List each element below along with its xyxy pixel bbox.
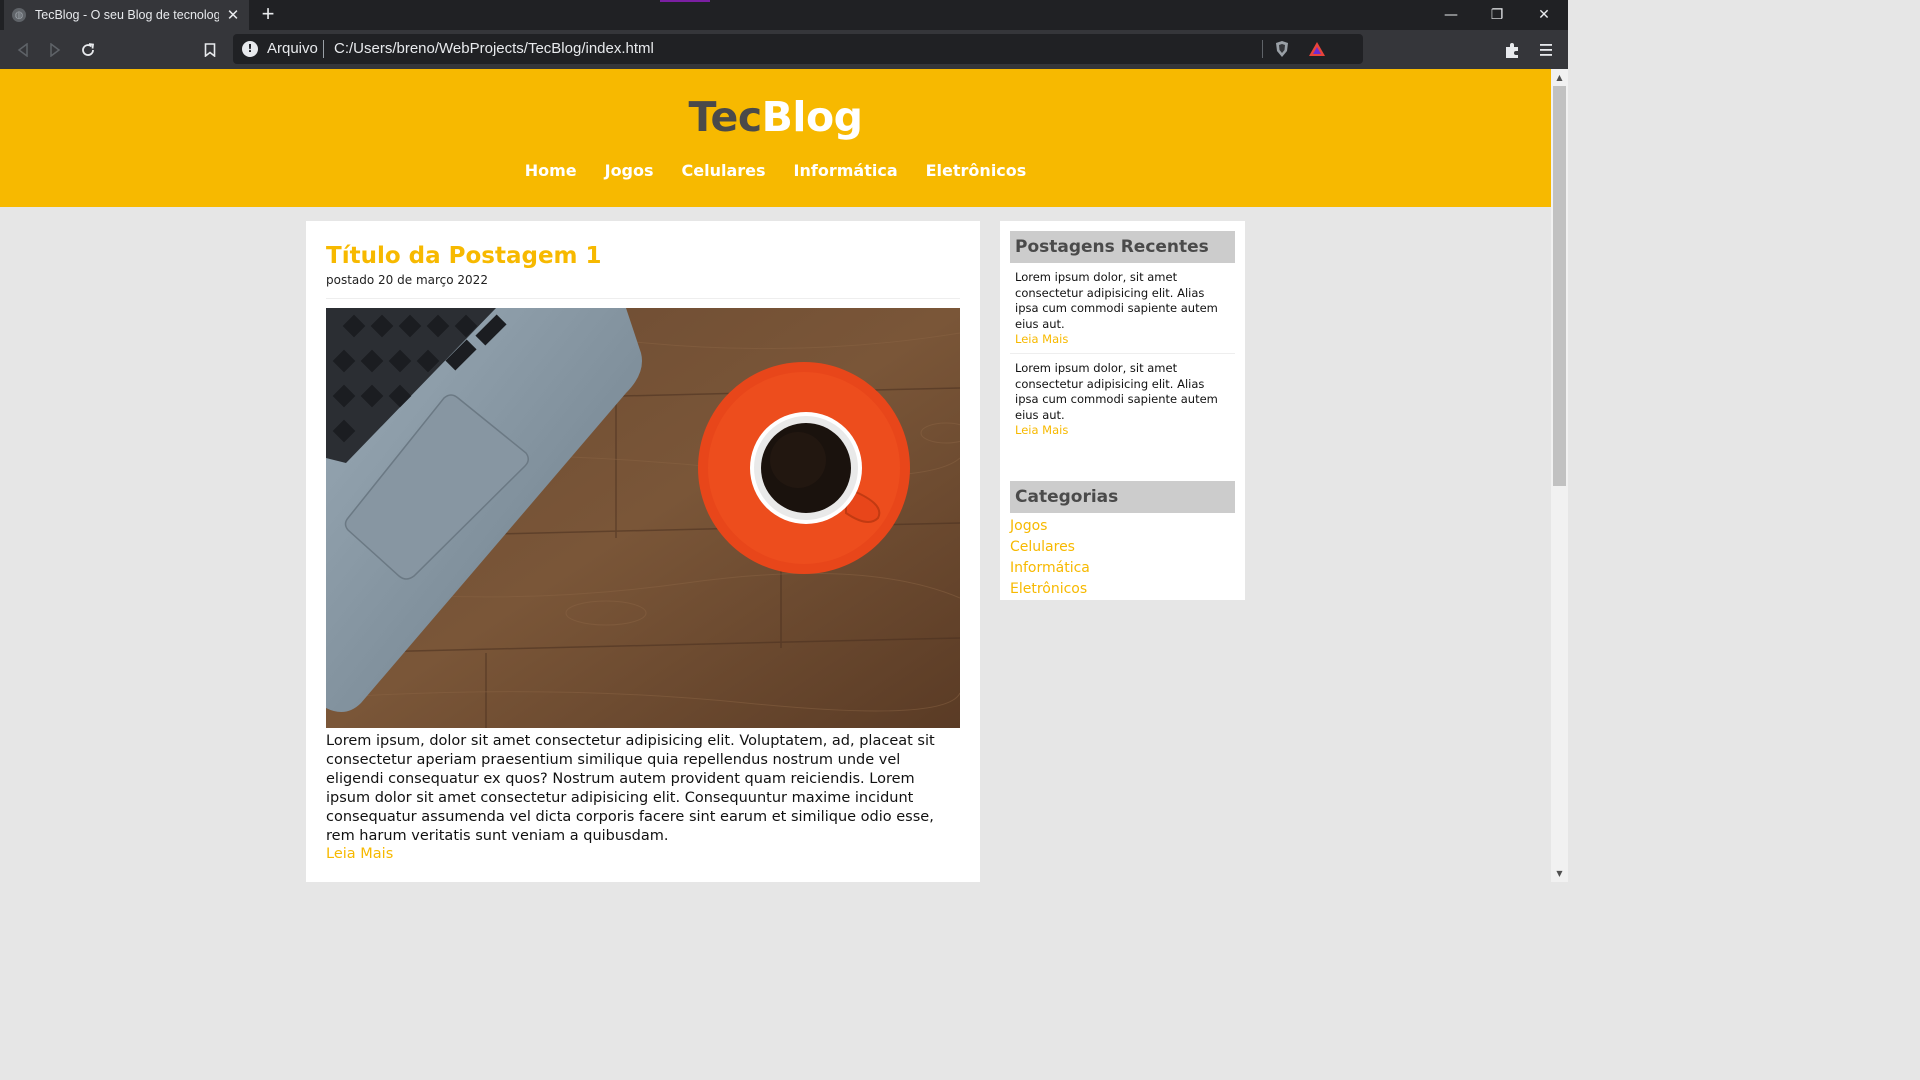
recent-post-item: Lorem ipsum dolor, sit amet consectetur … <box>1010 354 1235 444</box>
recent-post-text: Lorem ipsum dolor, sit amet consectetur … <box>1015 270 1218 331</box>
recent-post-read-more[interactable]: Leia Mais <box>1015 423 1230 438</box>
logo-part-blog: Blog <box>761 93 863 141</box>
forward-button[interactable] <box>43 38 67 62</box>
nav-informatica[interactable]: Informática <box>780 161 912 180</box>
recent-posts-title: Postagens Recentes <box>1010 231 1235 263</box>
page-scrollbar[interactable]: ▲ ▼ <box>1551 69 1568 882</box>
reload-button[interactable] <box>76 38 100 62</box>
category-link-celulares[interactable]: Celulares <box>1010 539 1075 555</box>
bookmark-icon <box>204 43 216 57</box>
category-item: Eletrônicos <box>1010 578 1235 599</box>
nav-celulares[interactable]: Celulares <box>668 161 780 180</box>
nav-eletronicos[interactable]: Eletrônicos <box>912 161 1041 180</box>
site-logo[interactable]: TecBlog <box>0 93 1551 141</box>
post-title[interactable]: Título da Postagem 1 <box>326 241 960 271</box>
restore-button[interactable]: ❐ <box>1474 0 1520 30</box>
close-window-button[interactable]: ✕ <box>1521 0 1567 30</box>
tab-strip-accent <box>660 0 710 2</box>
categories-title: Categorias <box>1010 481 1235 513</box>
logo-part-tec: Tec <box>688 93 763 141</box>
bookmark-button[interactable] <box>198 38 222 62</box>
back-button[interactable] <box>11 38 35 62</box>
browser-tab-active[interactable]: ◍ TecBlog - O seu Blog de tecnologia ✕ <box>4 0 249 30</box>
address-separator <box>323 40 324 58</box>
nav-jogos[interactable]: Jogos <box>591 161 668 180</box>
tab-close-icon[interactable]: ✕ <box>225 6 241 24</box>
address-separator-right <box>1262 40 1263 58</box>
post-body: Lorem ipsum, dolor sit amet consectetur … <box>326 733 935 844</box>
categories-list: Jogos Celulares Informática Eletrônicos <box>1010 515 1235 599</box>
category-item: Informática <box>1010 557 1235 578</box>
extensions-icon[interactable] <box>1503 40 1523 60</box>
post-date: postado 20 de março 2022 <box>326 273 488 287</box>
category-link-jogos[interactable]: Jogos <box>1010 518 1047 534</box>
categories-widget: Categorias Jogos Celulares Informática E… <box>1000 471 1245 600</box>
site-header: TecBlog Home Jogos Celulares Informática… <box>0 69 1551 207</box>
brave-shield-icon[interactable] <box>1274 40 1290 58</box>
forward-icon <box>50 43 61 57</box>
globe-icon: ◍ <box>12 8 26 22</box>
nav-home[interactable]: Home <box>511 161 591 180</box>
page-viewport: TecBlog Home Jogos Celulares Informática… <box>0 69 1551 882</box>
recent-post-item: Lorem ipsum dolor, sit amet consectetur … <box>1010 263 1235 354</box>
reload-icon <box>82 43 95 56</box>
scrollbar-thumb[interactable] <box>1553 86 1566 486</box>
post-divider <box>326 298 960 299</box>
laptop-coffee-illustration <box>326 308 960 728</box>
tab-title: TecBlog - O seu Blog de tecnologia <box>35 8 220 22</box>
brave-rewards-icon[interactable] <box>1308 41 1326 57</box>
post-card: Título da Postagem 1 postado 20 de março… <box>306 221 980 882</box>
main-nav: Home Jogos Celulares Informática Eletrôn… <box>0 161 1551 180</box>
scheme-label: Arquivo <box>267 40 318 57</box>
scroll-down-icon[interactable]: ▼ <box>1551 865 1568 882</box>
recent-post-text: Lorem ipsum dolor, sit amet consectetur … <box>1015 361 1218 422</box>
new-tab-button[interactable]: + <box>258 3 278 27</box>
menu-icon[interactable] <box>1536 40 1556 60</box>
address-bar[interactable]: ! Arquivo C:/Users/breno/WebProjects/Tec… <box>233 34 1363 64</box>
post-image <box>326 308 960 728</box>
category-item: Celulares <box>1010 536 1235 557</box>
category-link-eletronicos[interactable]: Eletrônicos <box>1010 581 1087 597</box>
tab-strip: ◍ TecBlog - O seu Blog de tecnologia ✕ +… <box>0 0 1568 30</box>
url-text[interactable]: C:/Users/breno/WebProjects/TecBlog/index… <box>334 40 654 57</box>
browser-chrome: ◍ TecBlog - O seu Blog de tecnologia ✕ +… <box>0 0 1568 69</box>
minimize-button[interactable]: — <box>1428 0 1474 30</box>
scroll-up-icon[interactable]: ▲ <box>1551 69 1568 86</box>
category-link-informatica[interactable]: Informática <box>1010 560 1090 576</box>
site-info-icon[interactable]: ! <box>242 41 258 57</box>
category-item: Jogos <box>1010 515 1235 536</box>
back-icon <box>17 43 28 57</box>
read-more-link[interactable]: Leia Mais <box>326 846 393 862</box>
recent-post-read-more[interactable]: Leia Mais <box>1015 332 1230 347</box>
